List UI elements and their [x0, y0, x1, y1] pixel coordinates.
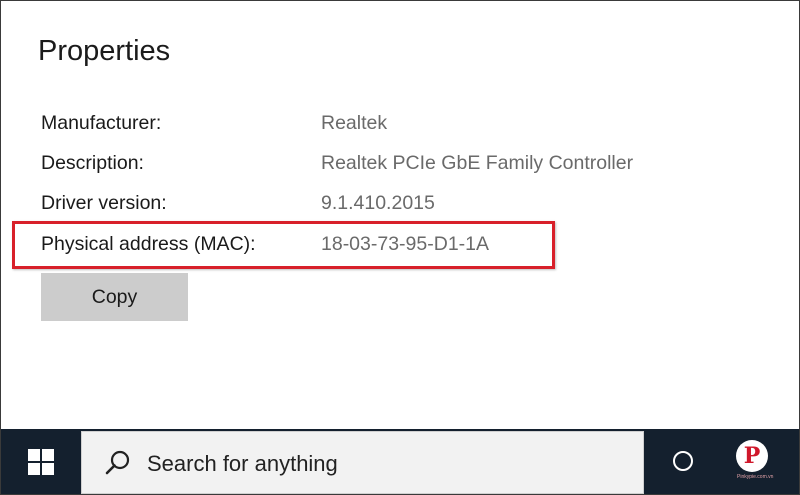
search-placeholder: Search for anything: [147, 451, 338, 476]
watermark-logo-letter: P: [743, 443, 761, 469]
search-icon: [105, 450, 130, 475]
driver-version-value: 9.1.410.2015: [321, 192, 435, 214]
mac-highlight-box: [12, 221, 555, 269]
watermark-logo: P: [736, 440, 768, 472]
watermark-caption: Pinkypie.com.vn: [737, 474, 774, 480]
windows-logo-icon: [28, 448, 54, 475]
manufacturer-label: Manufacturer:: [41, 112, 162, 134]
taskbar: Search for anything P Pinkypie.com.vn: [1, 429, 799, 494]
copy-button[interactable]: Copy: [41, 273, 188, 321]
cortana-button[interactable]: [663, 441, 703, 481]
description-value: Realtek PCIe GbE Family Controller: [321, 152, 634, 174]
screenshot-frame: Properties Manufacturer: Realtek Descrip…: [0, 0, 800, 495]
properties-panel: Properties Manufacturer: Realtek Descrip…: [1, 1, 799, 429]
page-title: Properties: [38, 35, 171, 67]
manufacturer-value: Realtek: [321, 112, 388, 134]
driver-version-label: Driver version:: [41, 192, 167, 214]
start-button[interactable]: [1, 429, 81, 494]
cortana-circle-icon: [673, 451, 693, 471]
taskbar-search-box[interactable]: Search for anything: [81, 431, 644, 494]
description-label: Description:: [41, 152, 144, 174]
